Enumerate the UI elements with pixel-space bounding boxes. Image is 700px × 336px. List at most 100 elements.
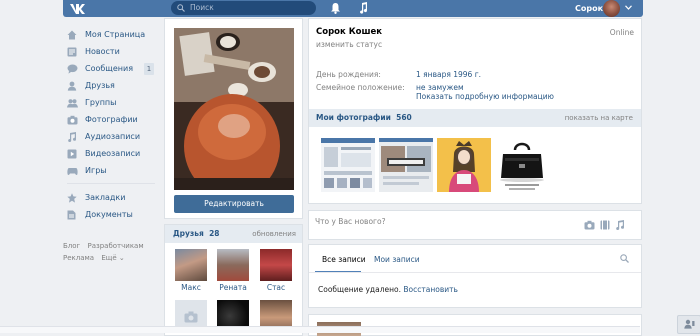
sidebar-item-messages[interactable]: Сообщения 1: [67, 60, 157, 77]
sidebar-item-groups[interactable]: Группы: [67, 94, 157, 111]
friends-title: Друзья 28: [173, 229, 220, 238]
sidebar-item-label: Сообщения: [85, 64, 134, 73]
relationship-value[interactable]: не замужем: [416, 83, 464, 92]
camera-icon: [67, 115, 78, 125]
sidebar-item-friends[interactable]: Друзья: [67, 77, 157, 94]
friend-avatar: [260, 249, 292, 281]
camera-icon[interactable]: [584, 220, 595, 230]
vk-logo-icon[interactable]: [69, 2, 87, 15]
photo-thumbnail-image: [437, 138, 491, 192]
music-note-icon[interactable]: [359, 2, 368, 14]
video-icon[interactable]: [600, 220, 610, 230]
profile-name: Сорок Кошек: [316, 27, 383, 37]
sidebar-item-bookmarks[interactable]: Закладки: [67, 189, 157, 206]
photo-thumbnail-image: [379, 138, 433, 192]
birthday-label: День рождения:: [316, 70, 381, 79]
photos-count: 560: [396, 113, 412, 122]
online-status: Online: [609, 28, 634, 37]
video-icon: [67, 149, 77, 159]
home-icon: [67, 30, 77, 40]
footer-link-more[interactable]: Ещё ⌄: [101, 254, 124, 262]
deleted-post-notice: Сообщение удалено. Восстановить: [318, 285, 458, 294]
friends-header[interactable]: Друзья 28 обновления: [165, 225, 302, 243]
sidebar-item-label: Друзья: [85, 81, 115, 90]
search-input[interactable]: Поиск: [171, 1, 316, 15]
search-icon[interactable]: [620, 254, 629, 263]
search-icon: [177, 4, 185, 12]
sidebar-item-news[interactable]: Новости: [67, 43, 157, 60]
new-post-input[interactable]: Что у Вас нового?: [315, 217, 386, 226]
profile-info-card: Сорок Кошек изменить статус Online День …: [308, 18, 642, 204]
sidebar-item-label: Документы: [85, 210, 133, 219]
friends-updates-link[interactable]: обновления: [252, 225, 296, 243]
top-header: Поиск Сорок: [63, 0, 643, 17]
photos-header[interactable]: Мои фотографии 560 показать на карте: [309, 109, 641, 127]
bell-icon[interactable]: [330, 2, 341, 14]
edit-profile-button[interactable]: Редактировать: [174, 195, 294, 213]
help-button[interactable]: [677, 315, 700, 334]
sidebar-item-label: Группы: [85, 98, 117, 107]
sidebar-item-games[interactable]: Игры: [67, 162, 157, 179]
groups-icon: [67, 99, 78, 108]
friend-name: Стас: [266, 283, 286, 292]
photo-thumbnail-image: [495, 138, 549, 192]
friend-item[interactable]: Макс: [175, 249, 207, 292]
friends-count: 28: [209, 229, 220, 238]
photo-thumbnail[interactable]: [379, 138, 433, 192]
document-icon: [67, 210, 76, 220]
tabs-divider: [309, 272, 641, 273]
change-status-link[interactable]: изменить статус: [316, 40, 382, 49]
friend-item[interactable]: Стас: [260, 249, 292, 292]
friend-name: Макс: [181, 283, 201, 292]
sidebar-item-video[interactable]: Видеозаписи: [67, 145, 157, 162]
footer-link-developers[interactable]: Разработчикам: [87, 242, 143, 250]
sidebar-item-label: Видеозаписи: [85, 149, 141, 158]
footer-link-ads[interactable]: Реклама: [63, 254, 94, 262]
user-help-icon: [684, 319, 695, 329]
photo-thumbnail[interactable]: [495, 138, 549, 192]
music-note-icon[interactable]: [615, 220, 625, 230]
chevron-down-icon[interactable]: [625, 5, 632, 10]
wall-card: Все записи Мои записи Сообщение удалено.…: [308, 244, 642, 308]
sidebar-item-label: Новости: [85, 47, 120, 56]
friend-item[interactable]: Рената: [217, 249, 249, 292]
sidebar-divider: [67, 183, 155, 184]
photo-thumbnail[interactable]: [437, 138, 491, 192]
messages-icon: [67, 64, 78, 74]
new-post-card: Что у Вас нового?: [308, 210, 642, 240]
friend-avatar: [175, 249, 207, 281]
show-on-map-link[interactable]: показать на карте: [565, 109, 633, 127]
search-placeholder: Поиск: [190, 3, 214, 12]
restore-post-link[interactable]: Восстановить: [403, 285, 458, 294]
user-name[interactable]: Сорок: [575, 0, 603, 17]
tab-my-posts[interactable]: Мои записи: [374, 255, 420, 264]
tab-all-posts[interactable]: Все записи: [322, 255, 366, 264]
birthday-value[interactable]: 1 января 1996 г.: [416, 70, 481, 79]
sidebar-item-label: Фотографии: [85, 115, 138, 124]
news-icon: [67, 47, 77, 57]
friend-avatar: [217, 249, 249, 281]
sidebar-item-label: Закладки: [85, 193, 126, 202]
avatar-card: Редактировать: [164, 18, 303, 219]
music-note-icon: [68, 132, 77, 142]
user-avatar[interactable]: [603, 0, 620, 17]
relationship-label: Семейное положение:: [316, 83, 405, 92]
sidebar-item-audio[interactable]: Аудиозаписи: [67, 128, 157, 145]
footer-link-blog[interactable]: Блог: [63, 242, 80, 250]
sidebar-footer: Блог Разработчикам Реклама Ещё ⌄: [63, 240, 163, 264]
friend-icon: [67, 81, 77, 91]
deleted-message-text: Сообщение удалено.: [318, 285, 401, 294]
games-icon: [67, 168, 78, 176]
show-more-info-link[interactable]: Показать подробную информацию: [416, 92, 554, 101]
sidebar-item-documents[interactable]: Документы: [67, 206, 157, 223]
profile-photo-image: [174, 28, 294, 190]
profile-photo[interactable]: [174, 28, 294, 190]
sidebar-item-my-page[interactable]: Моя Страница: [67, 26, 157, 43]
sidebar-item-label: Моя Страница: [85, 30, 146, 39]
photos-title: Мои фотографии 560: [316, 113, 412, 122]
sidebar-item-label: Аудиозаписи: [85, 132, 141, 141]
camera-icon: [184, 311, 198, 323]
friends-card: Друзья 28 обновления Макс Рената Стас: [164, 224, 303, 336]
photo-thumbnail[interactable]: [321, 138, 375, 192]
sidebar-item-photos[interactable]: Фотографии: [67, 111, 157, 128]
